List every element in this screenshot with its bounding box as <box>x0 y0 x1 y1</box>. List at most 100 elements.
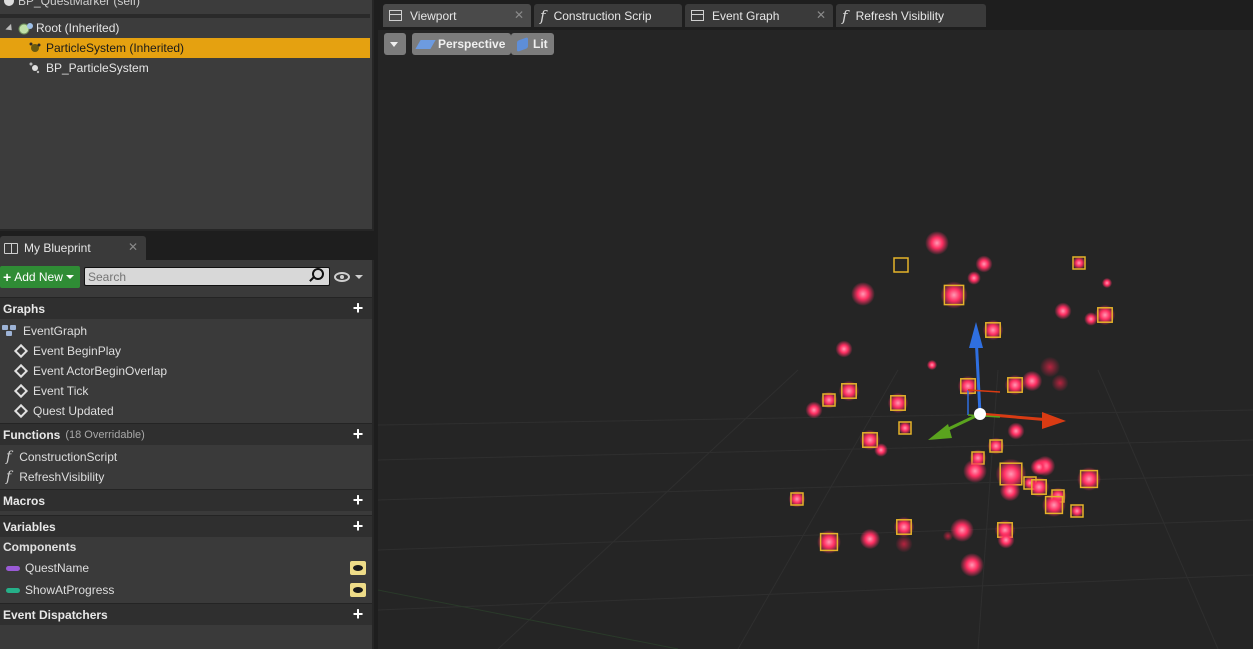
list-item-eventgraph[interactable]: EventGraph <box>2 321 87 341</box>
viewport-icon <box>389 10 402 21</box>
particle <box>805 401 823 419</box>
category-event-dispatchers[interactable]: Event Dispatchers + <box>0 603 372 625</box>
graph-icon <box>2 325 20 337</box>
chevron-down-icon <box>390 41 398 47</box>
editor-tabbar: Viewport ✕ f Construction Scrip Event Gr… <box>378 0 1253 30</box>
close-icon[interactable]: ✕ <box>816 8 826 22</box>
function-icon: f <box>6 469 12 485</box>
component-bp-particlesystem[interactable]: BP_ParticleSystem <box>0 58 370 78</box>
viewport-canvas[interactable]: Perspective Lit <box>378 30 1253 649</box>
add-event-dispatcher-button[interactable]: + <box>350 605 366 623</box>
list-item-event[interactable]: Event ActorBeginOverlap <box>13 361 167 381</box>
particle <box>950 518 974 542</box>
tab-construction-script[interactable]: f Construction Scrip <box>534 4 682 27</box>
particle <box>1072 256 1086 270</box>
particle-icon <box>28 41 42 55</box>
add-macro-button[interactable]: + <box>350 491 366 509</box>
add-graph-button[interactable]: + <box>350 299 366 317</box>
particle <box>999 480 1021 502</box>
list-item-function[interactable]: f ConstructionScript <box>6 447 117 467</box>
expand-arrow-icon[interactable] <box>5 23 15 33</box>
event-icon <box>13 363 29 379</box>
tab-viewport[interactable]: Viewport ✕ <box>383 4 531 27</box>
tab-refresh-visibility[interactable]: f Refresh Visibility <box>836 4 986 27</box>
function-icon: f <box>540 6 546 25</box>
tab-event-graph[interactable]: Event Graph ✕ <box>685 4 833 27</box>
list-item-event[interactable]: Event BeginPlay <box>13 341 121 361</box>
my-blueprint-panel: + Add New Graphs + EventGraph Event Begi… <box>0 260 374 649</box>
particle <box>1101 277 1113 289</box>
viewport-scene <box>378 231 1253 649</box>
particle <box>1084 312 1098 326</box>
variables-subcategory-components[interactable]: Components <box>0 538 372 556</box>
category-functions[interactable]: Functions (18 Overridable) + <box>0 423 372 445</box>
particle <box>975 255 993 273</box>
chevron-down-icon <box>355 275 363 279</box>
particle-icon <box>28 61 42 75</box>
particle <box>859 528 881 550</box>
particle <box>1051 374 1069 392</box>
my-blueprint-tabbar: My Blueprint ✕ <box>0 231 374 260</box>
particle <box>925 231 949 255</box>
eye-icon[interactable] <box>350 561 366 575</box>
event-icon <box>13 383 29 399</box>
particle <box>1070 504 1084 518</box>
particle <box>898 421 912 435</box>
category-graphs[interactable]: Graphs + <box>0 297 372 319</box>
component-self[interactable]: BP_QuestMarker (self) <box>0 0 370 10</box>
my-blueprint-toolbar: + Add New <box>0 266 372 288</box>
particle <box>851 282 875 306</box>
list-item-function[interactable]: f RefreshVisibility <box>6 467 104 487</box>
particle <box>874 443 888 457</box>
list-item-event[interactable]: Quest Updated <box>13 401 114 421</box>
variable-type-icon <box>6 565 20 571</box>
particle <box>997 531 1015 549</box>
scene-component-icon <box>18 21 33 35</box>
particle <box>963 459 987 483</box>
component-root[interactable]: Root (Inherited) <box>0 18 370 38</box>
search-icon[interactable] <box>312 268 324 280</box>
close-icon[interactable]: ✕ <box>128 240 138 254</box>
particle <box>960 553 984 577</box>
category-variables[interactable]: Variables + <box>0 515 372 537</box>
list-item-variable[interactable]: QuestName <box>6 558 372 578</box>
search-input[interactable] <box>84 267 330 286</box>
particle <box>1021 370 1043 392</box>
tab-my-blueprint[interactable]: My Blueprint ✕ <box>0 236 146 260</box>
list-item-variable[interactable]: ShowAtProgress <box>6 580 372 600</box>
perspective-button[interactable]: Perspective <box>412 33 512 55</box>
particle <box>1054 302 1072 320</box>
close-icon[interactable]: ✕ <box>514 8 524 22</box>
category-macros[interactable]: Macros + <box>0 489 372 511</box>
add-new-button[interactable]: + Add New <box>0 266 80 288</box>
variable-type-icon <box>6 587 20 593</box>
add-variable-button[interactable]: + <box>350 517 366 535</box>
particle <box>967 271 981 285</box>
particle <box>1039 356 1061 378</box>
add-function-button[interactable]: + <box>350 425 366 443</box>
particle <box>835 340 853 358</box>
lit-button[interactable]: Lit <box>511 33 554 55</box>
graph-icon <box>691 10 704 21</box>
view-options-button[interactable] <box>334 271 364 285</box>
function-icon: f <box>842 6 848 25</box>
plus-icon: + <box>3 269 12 285</box>
components-panel: BP_QuestMarker (self) Root (Inherited) P… <box>0 0 374 231</box>
list-item-event[interactable]: Event Tick <box>13 381 88 401</box>
viewport-options-button[interactable] <box>384 33 406 55</box>
particle-bounds <box>893 257 909 273</box>
component-particlesystem[interactable]: ParticleSystem (Inherited) <box>0 38 370 58</box>
event-icon <box>13 403 29 419</box>
perspective-icon <box>415 39 436 49</box>
event-icon <box>13 343 29 359</box>
particle <box>895 535 913 553</box>
particle <box>942 530 954 542</box>
eye-icon[interactable] <box>350 583 366 597</box>
function-icon: f <box>6 449 12 465</box>
actor-icon <box>4 0 14 6</box>
particle <box>1030 458 1048 476</box>
particle <box>1007 422 1025 440</box>
chevron-down-icon <box>65 275 74 279</box>
eye-icon <box>334 272 350 282</box>
book-icon <box>4 242 18 254</box>
